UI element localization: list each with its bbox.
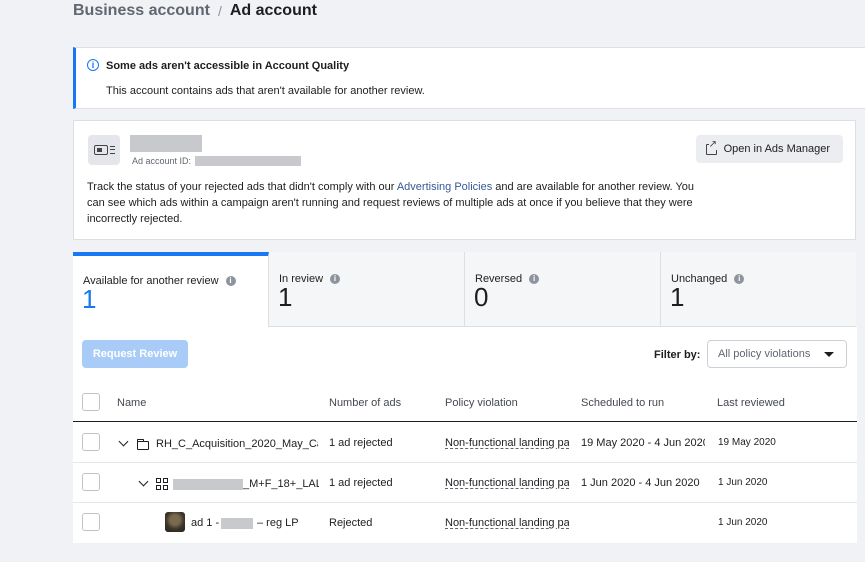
open-in-ads-manager-label: Open in Ads Manager (723, 143, 830, 155)
info-icon[interactable]: i (225, 276, 236, 286)
ads-table-panel: Request Review Filter by: All policy vio… (73, 327, 857, 543)
tab-count: 0 (474, 282, 489, 312)
chevron-down-icon[interactable] (138, 476, 149, 487)
ad-name-redacted (221, 518, 253, 529)
campaign-folder-icon (137, 439, 149, 450)
last-reviewed: 1 Jun 2020 (718, 477, 768, 488)
tab-unchanged[interactable]: Unchanged i 1 (661, 252, 856, 327)
external-link-icon (705, 139, 717, 155)
account-description: Track the status of your rejected ads th… (87, 181, 695, 225)
tab-count: 1 (82, 284, 97, 314)
column-header-policy-violation[interactable]: Policy violation (445, 397, 518, 409)
chevron-down-icon[interactable] (118, 436, 129, 447)
ad-set-name[interactable]: _M+F_18+_LAL (243, 478, 319, 490)
ad-name-suffix[interactable]: – reg LP (257, 517, 299, 529)
column-header-number-of-ads[interactable]: Number of ads (329, 397, 401, 409)
caret-down-icon (824, 352, 834, 357)
review-status-tabs: Available for another review i 1 In revie… (73, 252, 856, 327)
filter-label: Filter by: (654, 349, 701, 361)
ad-name-prefix[interactable]: ad 1 - (191, 517, 219, 529)
advertising-policies-link[interactable]: Advertising Policies (397, 181, 492, 193)
tab-count: 1 (670, 282, 685, 312)
policy-violation-link[interactable]: Non-functional landing pa (445, 517, 569, 529)
row-checkbox[interactable] (82, 513, 100, 531)
breadcrumb-business-account[interactable]: Business account (73, 2, 210, 20)
breadcrumb-separator: / (217, 3, 222, 19)
info-icon[interactable]: i (330, 274, 341, 284)
number-of-ads: 1 ad rejected (329, 477, 393, 489)
ad-account-card: Ad account ID: Open in Ads Manager Track… (73, 120, 856, 240)
column-header-name[interactable]: Name (117, 397, 146, 409)
row-checkbox[interactable] (82, 473, 100, 491)
info-icon[interactable]: i (529, 274, 540, 284)
column-header-scheduled-to-run[interactable]: Scheduled to run (581, 397, 664, 409)
ad-set-icon (156, 478, 169, 491)
ad-status: Rejected (329, 517, 373, 529)
ad-set-name-redacted (173, 479, 243, 490)
scheduled-to-run: 19 May 2020 - 4 Jun 2020 (581, 437, 705, 449)
info-notice-banner: i Some ads aren't accessible in Account … (73, 47, 865, 109)
ad-account-icon (88, 135, 120, 165)
account-id-redacted (195, 156, 302, 166)
last-reviewed: 19 May 2020 (718, 437, 776, 448)
last-reviewed: 1 Jun 2020 (718, 517, 768, 528)
open-in-ads-manager-button[interactable]: Open in Ads Manager (695, 135, 843, 163)
tab-available-for-review[interactable]: Available for another review i 1 (73, 252, 269, 327)
tab-in-review[interactable]: In review i 1 (269, 252, 465, 327)
breadcrumb-ad-account: Ad account (229, 2, 317, 19)
policy-violation-link[interactable]: Non-functional landing pa (445, 437, 569, 449)
info-icon: i (87, 59, 99, 71)
campaign-name[interactable]: RH_C_Acquisition_2020_May_Ca (156, 438, 318, 450)
scheduled-to-run: 1 Jun 2020 - 4 Jun 2020 (581, 477, 700, 489)
account-id-label: Ad account ID: (132, 156, 192, 166)
policy-violation-link[interactable]: Non-functional landing pa (445, 477, 569, 489)
breadcrumb: Business account / Ad account (73, 2, 317, 20)
filter-select-value: All policy violations (718, 348, 811, 360)
column-header-last-reviewed[interactable]: Last reviewed (717, 397, 785, 409)
row-divider (73, 502, 857, 503)
info-icon[interactable]: i (734, 274, 745, 284)
row-divider (73, 462, 857, 463)
tab-count: 1 (278, 282, 293, 312)
notice-body: This account contains ads that aren't av… (106, 85, 425, 97)
row-checkbox[interactable] (82, 433, 100, 451)
notice-title: Some ads aren't accessible in Account Qu… (106, 60, 350, 72)
number-of-ads: 1 ad rejected (329, 437, 393, 449)
ad-thumbnail (165, 512, 185, 532)
tab-reversed[interactable]: Reversed i 0 (465, 252, 661, 327)
header-divider (73, 421, 857, 422)
request-review-button[interactable]: Request Review (82, 340, 188, 368)
account-id-row: Ad account ID: (132, 156, 302, 166)
select-all-checkbox[interactable] (82, 393, 100, 411)
policy-violation-filter-select[interactable]: All policy violations (707, 340, 847, 368)
account-name-redacted (130, 135, 202, 152)
